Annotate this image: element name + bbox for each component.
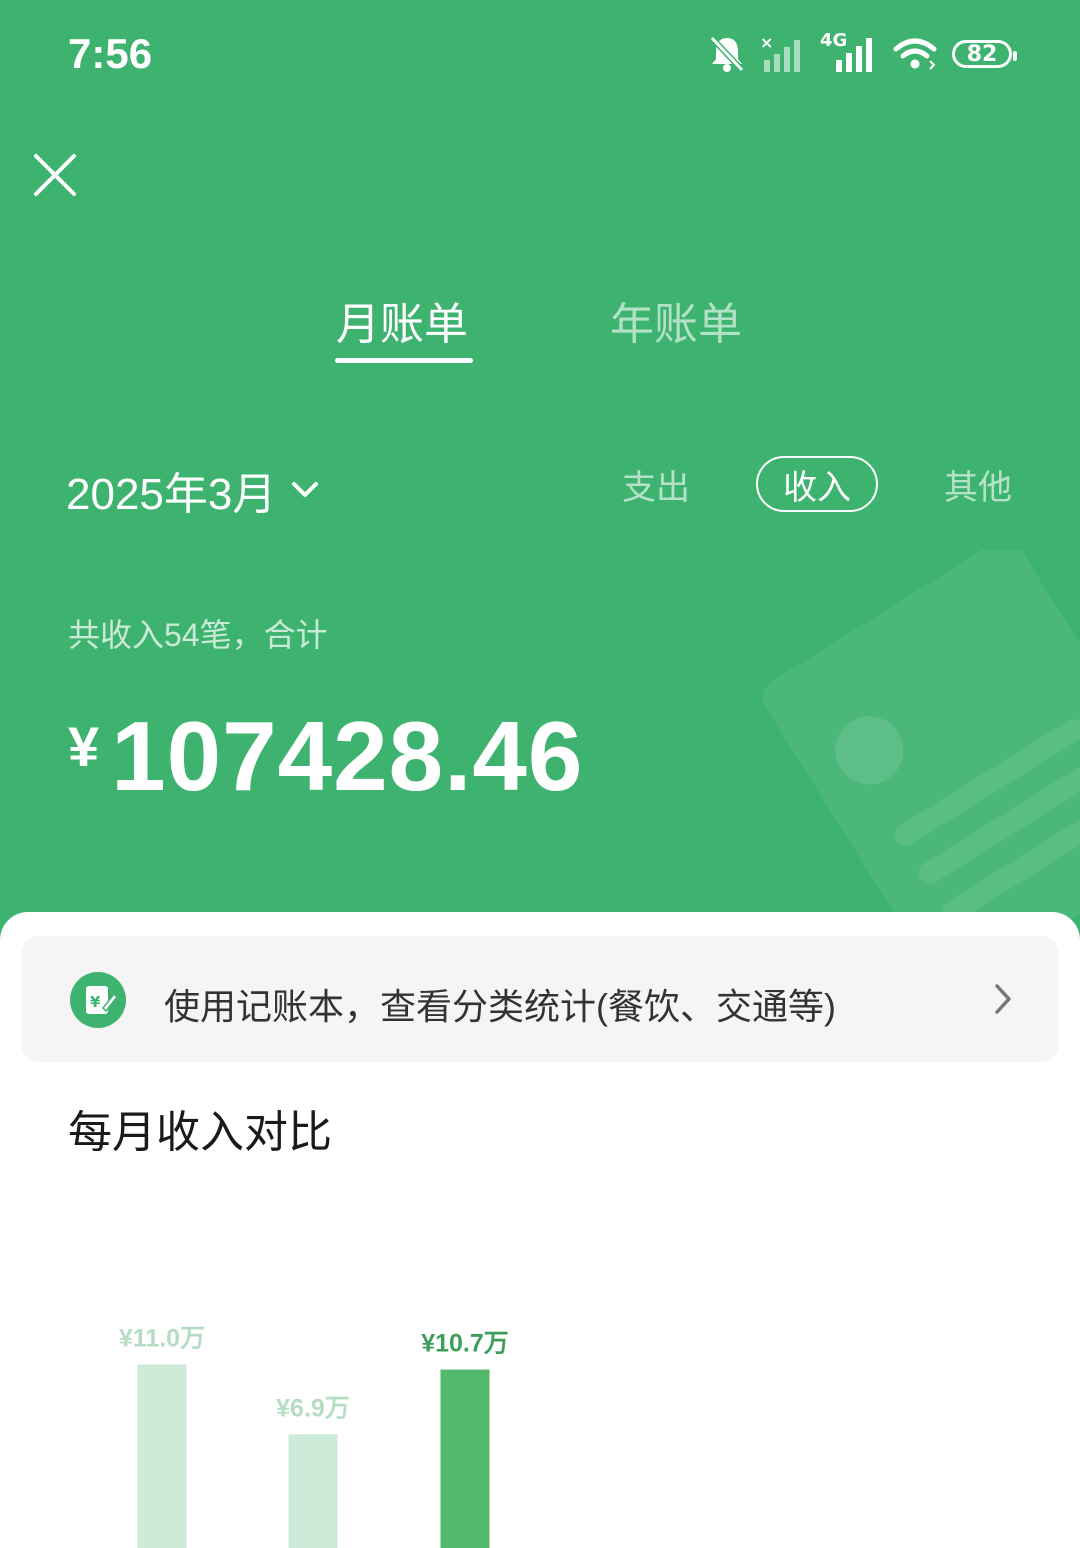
receipt-illustration-icon <box>762 550 1080 920</box>
currency-symbol: ¥ <box>68 715 100 778</box>
filter-expense[interactable]: 支出 <box>622 460 690 509</box>
period-label: 2025年3月 <box>66 470 277 519</box>
status-time: 7:56 <box>68 30 153 77</box>
filter-other[interactable]: 其他 <box>944 460 1012 509</box>
close-icon[interactable] <box>30 150 80 200</box>
status-bar: 7:56 × 4G 82 <box>0 0 1080 110</box>
tab-monthly-bill[interactable]: 月账单 <box>336 288 468 352</box>
total-amount: ¥ 107428.46 <box>68 700 583 813</box>
statistics-sheet: ¥ 使用记账本，查看分类统计(餐饮、交通等) 每月收入对比 ¥11.0万 ¥6.9… <box>0 912 1080 1548</box>
filter-income[interactable]: 收入 <box>756 456 878 512</box>
active-tab-indicator <box>335 358 473 363</box>
chart-bar-label-0: ¥11.0万 <box>119 1324 205 1352</box>
chart-bar-2[interactable] <box>440 1369 490 1548</box>
battery-icon: 82 <box>952 40 1017 68</box>
monthly-income-chart: ¥11.0万 ¥6.9万 ¥10.7万 <box>119 1324 509 1548</box>
svg-text:×: × <box>760 34 773 52</box>
tab-yearly-bill[interactable]: 年账单 <box>610 288 742 352</box>
chart-bar-0[interactable] <box>137 1364 187 1548</box>
bell-muted-icon <box>709 35 745 73</box>
status-icons: × 4G 82 <box>708 30 1017 78</box>
filter-row: 2025年3月 支出 收入 其他 <box>0 450 1080 520</box>
chart-bar-1[interactable] <box>288 1434 338 1548</box>
signal-x-icon: × <box>760 34 800 72</box>
signal-4g-icon: 4G <box>820 30 878 74</box>
battery-level: 82 <box>966 41 998 67</box>
income-summary-text: 共收入54笔，合计 <box>68 617 328 653</box>
wifi-icon <box>893 38 937 70</box>
chevron-down-icon <box>292 482 319 497</box>
chart-bar-label-2: ¥10.7万 <box>421 1330 509 1358</box>
amount-value: 107428.46 <box>111 701 584 811</box>
period-selector[interactable]: 2025年3月 <box>66 458 320 522</box>
bill-tabs: 月账单 年账单 <box>0 280 1080 370</box>
chart-bar-label-1: ¥6.9万 <box>276 1394 350 1422</box>
